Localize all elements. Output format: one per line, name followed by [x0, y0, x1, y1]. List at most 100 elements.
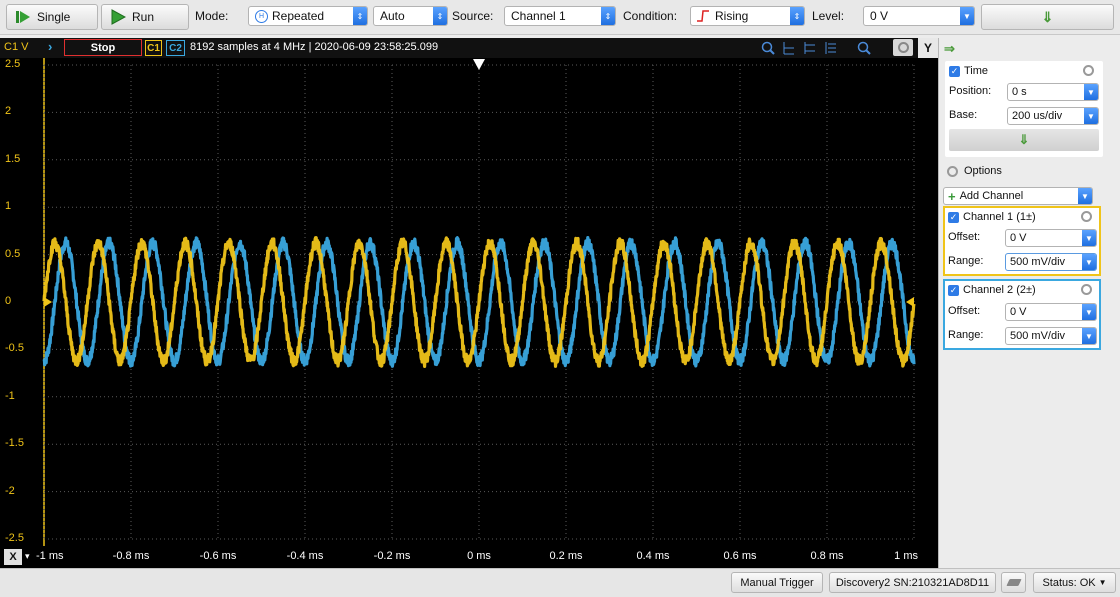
- source-select[interactable]: Channel 1 ⇕: [504, 6, 616, 26]
- channel-2-title: Channel 2 (2±): [963, 284, 1036, 296]
- device-label: Discovery2 SN:210321AD8D11: [835, 576, 990, 589]
- expand-toolbar-button[interactable]: ⇓: [981, 4, 1114, 30]
- y-tick-label: 2: [5, 105, 12, 118]
- condition-label: Condition:: [623, 9, 678, 23]
- ch2-range-select[interactable]: 500 mV/div ▼: [1005, 327, 1097, 345]
- acquisition-info: 8192 samples at 4 MHz | 2020-06-09 23:58…: [190, 41, 439, 53]
- zoom-icon[interactable]: [761, 41, 775, 58]
- plot-settings-button[interactable]: [893, 39, 913, 56]
- ch2-offset-input[interactable]: 0 V ▼: [1005, 303, 1097, 321]
- level-label: Level:: [812, 9, 845, 23]
- status-button[interactable]: Status: OK ▼: [1033, 572, 1116, 593]
- run-button-label: Run: [132, 10, 155, 24]
- stop-status-label: Stop: [90, 41, 116, 54]
- channel-2-toggle[interactable]: C2: [166, 40, 185, 56]
- chevron-down-icon: ▼: [1078, 188, 1092, 204]
- c2-label: C2: [169, 42, 182, 54]
- x-tick-label: 0.4 ms: [636, 550, 670, 562]
- single-run-icon: [15, 9, 31, 25]
- plot-area[interactable]: 2.5 2 1.5 1 0.5 0 -0.5 -1 -1.5 -2 -2.5: [0, 58, 938, 546]
- gear-icon: [897, 42, 909, 53]
- cursor-left-icon[interactable]: [782, 41, 796, 58]
- time-checkbox[interactable]: ✓: [949, 66, 960, 77]
- y-button-label: Y: [923, 41, 932, 55]
- y-tick-label: -1.5: [5, 437, 24, 450]
- x-button-label: X: [9, 551, 17, 563]
- y-tick-label: 1: [5, 200, 12, 213]
- source-value: Channel 1: [511, 9, 566, 23]
- channel-unit-label: C1 V: [4, 41, 29, 53]
- chevron-down-icon: ▼: [1084, 84, 1098, 100]
- x-tick-label: -0.2 ms: [373, 550, 411, 562]
- base-select[interactable]: 200 us/div ▼: [1007, 107, 1099, 125]
- channel-1-toggle[interactable]: C1: [145, 40, 162, 56]
- trigger-mode-select[interactable]: Auto ⇕: [373, 6, 448, 26]
- x-tick-label: -0.6 ms: [199, 550, 237, 562]
- y-tick-label: 0.5: [5, 247, 21, 260]
- chevron-down-icon: ▼: [1098, 578, 1107, 587]
- channel-1-title: Channel 1 (1±): [963, 211, 1036, 223]
- position-label: Position:: [949, 85, 992, 97]
- status-label: Status: OK: [1042, 576, 1096, 589]
- eraser-button[interactable]: [1001, 572, 1026, 593]
- ch1-offset-input[interactable]: 0 V ▼: [1005, 229, 1097, 247]
- search-icon[interactable]: [857, 41, 871, 58]
- device-button[interactable]: Discovery2 SN:210321AD8D11: [829, 572, 996, 593]
- x-tick-label: 0.8 ms: [810, 550, 844, 562]
- level-input[interactable]: 0 V ▼: [863, 6, 975, 26]
- chevron-right-icon[interactable]: ›: [48, 39, 52, 54]
- chevron-down-icon: ▼: [1082, 304, 1096, 320]
- mode-label: Mode:: [195, 9, 229, 23]
- channel-2-gear-icon[interactable]: [1081, 284, 1092, 295]
- manual-trigger-label: Manual Trigger: [740, 576, 814, 589]
- trigger-level-marker[interactable]: [906, 297, 914, 307]
- ch1-range-label: Range:: [948, 255, 984, 267]
- y-tick-label: -2: [5, 484, 15, 497]
- channel-1-checkbox[interactable]: ✓: [948, 212, 959, 223]
- time-gear-icon[interactable]: [1083, 65, 1094, 76]
- x-axis-dropdown-icon[interactable]: ▾: [25, 551, 30, 562]
- channel-2-checkbox[interactable]: ✓: [948, 285, 959, 296]
- condition-select[interactable]: Rising ⇕: [690, 6, 805, 26]
- eraser-icon: [1005, 579, 1022, 586]
- x-tick-label: 1 ms: [894, 550, 918, 562]
- offset-marker-left[interactable]: [44, 297, 52, 307]
- single-button-label: Single: [37, 10, 71, 24]
- source-label: Source:: [452, 9, 494, 23]
- y-axis-button[interactable]: Y: [918, 38, 938, 58]
- position-value: 0 s: [1012, 86, 1027, 98]
- cursor-right-icon[interactable]: [803, 41, 817, 58]
- x-tick-label: -1 ms: [36, 550, 64, 562]
- panel-arrow-icon[interactable]: ⇒: [944, 41, 955, 57]
- level-value: 0 V: [870, 9, 889, 23]
- add-channel-button[interactable]: + Add Channel ▼: [943, 187, 1093, 205]
- run-play-icon: [110, 9, 126, 25]
- status-bar: Manual Trigger Discovery2 SN:210321AD8D1…: [0, 568, 1120, 597]
- arrow-down-icon: ⇓: [1041, 8, 1054, 25]
- channel-1-gear-icon[interactable]: [1081, 211, 1092, 222]
- oscilloscope-chart[interactable]: [0, 58, 938, 546]
- trigger-position-marker[interactable]: [473, 59, 485, 70]
- x-tick-label: 0.6 ms: [723, 550, 757, 562]
- ch2-range-value: 500 mV/div: [1010, 330, 1066, 342]
- x-axis-button[interactable]: X: [4, 549, 22, 565]
- ch1-range-select[interactable]: 500 mV/div ▼: [1005, 253, 1097, 271]
- manual-trigger-button[interactable]: Manual Trigger: [731, 572, 823, 593]
- options-gear-icon[interactable]: [947, 166, 958, 177]
- chevron-updown-icon: ⇕: [353, 7, 367, 25]
- time-section: ✓ Time Position: 0 s ▼ Base: 200 us/div …: [945, 61, 1103, 157]
- chevron-updown-icon: ⇕: [790, 7, 804, 25]
- x-tick-label: -0.4 ms: [286, 550, 324, 562]
- ch1-offset-label: Offset:: [948, 231, 981, 243]
- chevron-down-icon: ▼: [960, 7, 974, 25]
- run-button[interactable]: Run: [101, 4, 189, 30]
- single-button[interactable]: Single: [6, 4, 98, 30]
- y-tick-label: -1: [5, 389, 15, 402]
- options-label[interactable]: Options: [964, 165, 1002, 177]
- ch1-range-value: 500 mV/div: [1010, 256, 1066, 268]
- time-expand-button[interactable]: ⇓: [949, 129, 1099, 151]
- ch1-offset-value: 0 V: [1010, 232, 1027, 244]
- cursor-list-icon[interactable]: [824, 41, 838, 58]
- mode-select[interactable]: H Repeated ⇕: [248, 6, 368, 26]
- position-input[interactable]: 0 s ▼: [1007, 83, 1099, 101]
